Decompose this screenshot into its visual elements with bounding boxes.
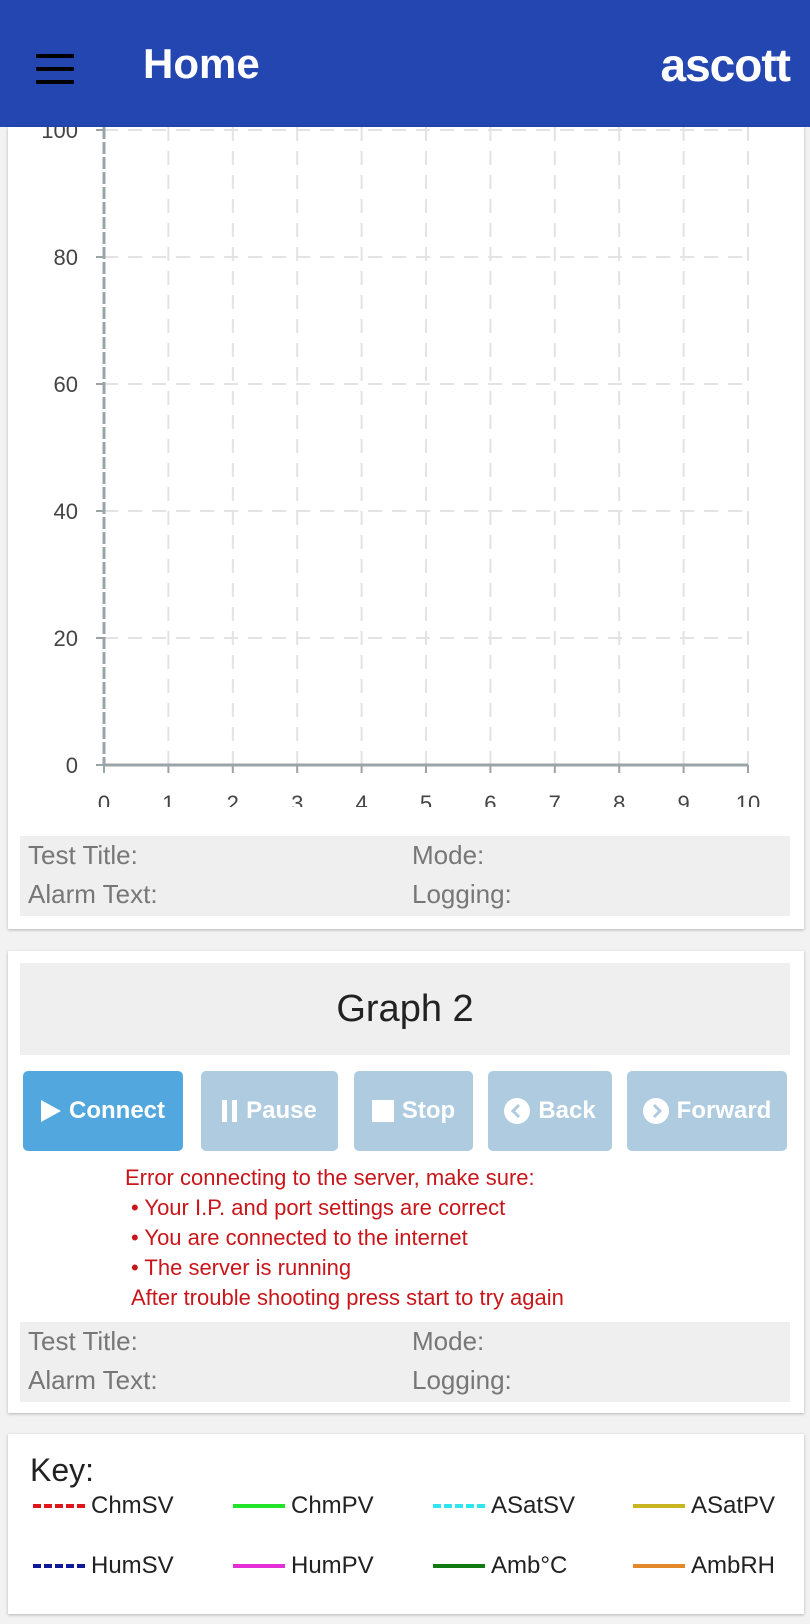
pause-button-label: Pause (246, 1097, 317, 1124)
x-tick-label: 4 (355, 791, 367, 807)
x-tick-label: 5 (420, 791, 432, 807)
mode-label: Mode: (412, 1326, 485, 1356)
legend-swatch (433, 1504, 485, 1508)
legend-swatch (233, 1504, 285, 1508)
connect-button[interactable]: Connect (23, 1071, 183, 1151)
play-icon (41, 1100, 61, 1122)
legend-swatch (33, 1564, 85, 1568)
connection-error-message: Error connecting to the server, make sur… (125, 1163, 685, 1313)
y-tick-label: 100 (41, 127, 78, 143)
error-bullet: • You are connected to the internet (131, 1225, 468, 1250)
x-tick-label: 7 (549, 791, 561, 807)
alarm-text-label: Alarm Text: (28, 1365, 158, 1395)
graph1-card: 0 1 2 3 4 5 6 7 8 9 10 0 20 40 60 80 100 Test Title: Mod… (8, 127, 804, 929)
chevron-right-circle-icon (642, 1098, 669, 1124)
stop-button[interactable]: Stop (354, 1071, 473, 1151)
legend-label: Amb°C (491, 1552, 568, 1579)
y-tick-label: 20 (54, 626, 78, 651)
back-button-label: Back (538, 1097, 596, 1124)
legend-label: HumSV (91, 1552, 174, 1579)
x-tick-label: 9 (677, 791, 689, 807)
legend-label: HumPV (291, 1552, 374, 1579)
legend-swatch (633, 1504, 685, 1508)
pause-icon (222, 1100, 238, 1122)
legend-swatch (233, 1564, 285, 1568)
legend-item: HumPV (233, 1552, 374, 1580)
key-title: Key: (30, 1452, 95, 1488)
legend-item: HumSV (33, 1552, 174, 1580)
legend-item: Amb°C (433, 1552, 567, 1580)
graph1-info-panel: Test Title: Mode: Alarm Text: Logging: (20, 836, 790, 916)
stop-button-label: Stop (401, 1097, 456, 1124)
legend-swatch (33, 1504, 85, 1508)
error-bullet: • The server is running (131, 1255, 352, 1280)
y-tick-label: 0 (66, 753, 78, 778)
logging-label: Logging: (412, 1365, 512, 1395)
menu-bar (36, 67, 74, 71)
error-line: Error connecting to the server, make sur… (125, 1165, 535, 1190)
x-tick-label: 0 (98, 791, 110, 807)
stop-icon (371, 1100, 394, 1122)
forward-button-label: Forward (676, 1097, 772, 1124)
x-tick-label: 3 (291, 791, 303, 807)
legend-item: AmbRH (633, 1552, 775, 1580)
x-tick-label: 2 (227, 791, 239, 807)
y-tick-label: 60 (54, 372, 78, 397)
error-line: After trouble shooting press start to tr… (131, 1285, 564, 1310)
hamburger-menu-icon[interactable] (36, 54, 74, 84)
legend-item: ASatSV (433, 1492, 575, 1520)
alarm-text-label: Alarm Text: (28, 879, 158, 909)
x-tick-label: 8 (613, 791, 625, 807)
key-card: Key: ChmSV ChmPV ASatSV ASatPV HumSV HumPV Amb… (8, 1434, 804, 1614)
legend-item: ASatPV (633, 1492, 775, 1520)
test-title-label: Test Title: (28, 840, 138, 870)
brand-logo: ascott (660, 39, 791, 91)
x-tick-label: 1 (162, 791, 174, 807)
legend-label: ASatSV (491, 1492, 576, 1519)
test-title-label: Test Title: (28, 1326, 138, 1356)
legend-item: ChmPV (233, 1492, 374, 1520)
x-tick-label: 10 (736, 791, 760, 807)
legend-label: AmbRH (691, 1552, 776, 1579)
back-button[interactable]: Back (488, 1071, 612, 1151)
forward-button[interactable]: Forward (627, 1071, 787, 1151)
legend-swatch (633, 1564, 685, 1568)
graph1-chart: 0 1 2 3 4 5 6 7 8 9 10020406080100 (41, 127, 760, 807)
menu-bar (36, 80, 74, 84)
y-tick-label: 40 (54, 499, 78, 524)
pause-button[interactable]: Pause (201, 1071, 338, 1151)
graph2-info-panel: Test Title: Mode: Alarm Text: Logging: (20, 1322, 790, 1402)
legend-label: ChmPV (291, 1492, 374, 1519)
error-bullet: • Your I.P. and port settings are correc… (131, 1195, 506, 1220)
chevron-left-circle-icon (504, 1098, 531, 1124)
logging-label: Logging: (412, 879, 512, 909)
x-tick-label: 6 (484, 791, 496, 807)
legend-swatch (433, 1564, 485, 1568)
app-header: Home ascott (0, 0, 810, 127)
legend-label: ChmSV (91, 1492, 174, 1519)
y-tick-label: 80 (54, 245, 78, 270)
legend-item: ChmSV (33, 1492, 174, 1520)
menu-bar (36, 54, 74, 58)
connect-button-label: Connect (69, 1097, 165, 1124)
graph2-card: Graph 2 Connect Pause Stop Back Forward … (8, 951, 804, 1413)
legend-label: ASatPV (691, 1492, 776, 1519)
mode-label: Mode: (412, 840, 485, 870)
page-title: Home (143, 40, 260, 87)
graph2-title: Graph 2 (20, 963, 790, 1055)
